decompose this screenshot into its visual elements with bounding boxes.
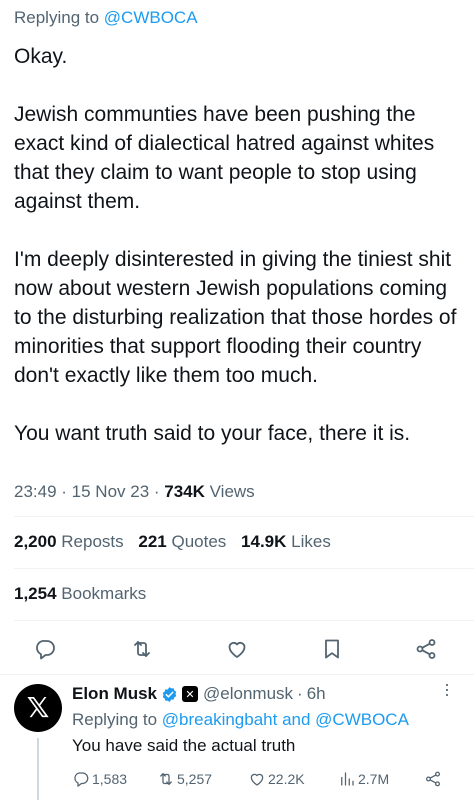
reposts-stat[interactable]: 2,200 Reposts [14, 532, 124, 551]
replying-handle-2[interactable]: @CWBOCA [315, 710, 409, 729]
replying-to: Replying to @CWBOCA [14, 8, 198, 28]
reply-actions: 1,583 5,257 22.2K 2.7M [72, 770, 462, 794]
reply-icon [36, 640, 55, 660]
reply-repost-button[interactable]: 5,257 [157, 770, 212, 788]
affiliate-x-icon: ✕ [182, 686, 199, 702]
reply-reposts-count: 5,257 [177, 771, 213, 787]
verified-badge-icon [162, 686, 177, 702]
divider [14, 516, 474, 517]
more-options-icon[interactable]: ··· [437, 682, 458, 697]
reply-replying-to: Replying to @breakingbaht and @CWBOCA [72, 710, 409, 730]
tweet-time[interactable]: 23:49 [14, 482, 57, 501]
bookmark-icon [325, 639, 339, 659]
divider [0, 674, 474, 675]
reply-views-count: 2.7M [358, 771, 390, 787]
quotes-stat[interactable]: 221 Quotes [138, 532, 226, 551]
tweet-actions [0, 630, 474, 670]
views-label: Views [209, 482, 255, 501]
reply-button[interactable] [30, 634, 60, 664]
bookmarks-label: Bookmarks [61, 584, 147, 603]
quotes-count: 221 [138, 532, 167, 551]
reply-tweet[interactable]: 𝕏 Elon Musk ✕ @elonmusk · 6h ··· Replyin… [0, 678, 474, 802]
avatar[interactable]: 𝕏 [14, 684, 62, 732]
repost-button[interactable] [127, 634, 157, 664]
likes-count: 14.9K [241, 532, 287, 551]
author-handle[interactable]: @elonmusk [203, 684, 293, 704]
reply-reply-button[interactable]: 1,583 [72, 770, 127, 788]
reply-views-button[interactable]: 2.7M [338, 770, 389, 788]
divider [14, 620, 474, 621]
tweet-text: Okay. Jewish communties have been pushin… [14, 45, 457, 445]
like-icon [250, 773, 264, 786]
reply-time[interactable]: 6h [307, 684, 326, 704]
replying-handle-1[interactable]: @breakingbaht [162, 710, 278, 729]
engagement-stats: 2,200 Reposts 221 Quotes 14.9K Likes [14, 532, 341, 552]
tweet-meta: 23:49 · 15 Nov 23 · 734K Views [14, 482, 255, 501]
share-icon [416, 639, 436, 659]
reply-icon [74, 772, 89, 787]
bookmarks-count: 1,254 [14, 584, 57, 603]
replying-prefix: Replying to [72, 710, 162, 729]
x-logo-icon: 𝕏 [26, 691, 50, 724]
replying-to-prefix: Replying to [14, 8, 104, 27]
reply-like-button[interactable]: 22.2K [248, 770, 305, 788]
like-icon [228, 642, 246, 658]
reposts-label: Reposts [61, 532, 124, 551]
replying-to-handle[interactable]: @CWBOCA [104, 8, 198, 27]
bookmark-button[interactable] [317, 634, 347, 664]
reposts-count: 2,200 [14, 532, 57, 551]
separator: · [297, 684, 303, 703]
like-button[interactable] [222, 634, 252, 664]
share-button[interactable] [411, 634, 441, 664]
reply-header: Elon Musk ✕ @elonmusk · 6h [72, 684, 326, 704]
repost-icon [160, 773, 172, 785]
reply-replies-count: 1,583 [92, 771, 128, 787]
views-icon [341, 772, 354, 786]
replying-and: and [277, 710, 316, 729]
thread-line [37, 738, 39, 800]
views-count: 734K [164, 482, 205, 501]
reply-likes-count: 22.2K [268, 771, 305, 787]
reply-share-button[interactable] [424, 770, 444, 788]
tweet-date[interactable]: 15 Nov 23 [72, 482, 150, 501]
share-icon [425, 771, 441, 787]
likes-stat[interactable]: 14.9K Likes [241, 532, 331, 551]
repost-icon [134, 641, 150, 657]
bookmarks-stat[interactable]: 1,254 Bookmarks [14, 584, 146, 604]
author-name[interactable]: Elon Musk [72, 684, 157, 704]
divider [14, 568, 474, 569]
reply-text: You have said the actual truth [72, 736, 296, 755]
likes-label: Likes [291, 532, 331, 551]
quotes-label: Quotes [171, 532, 227, 551]
